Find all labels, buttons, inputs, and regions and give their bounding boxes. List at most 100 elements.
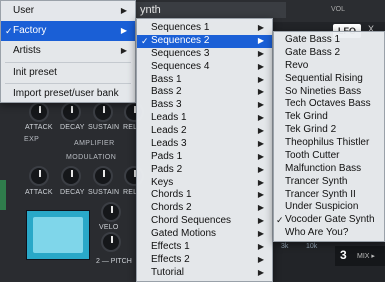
pitch-knob[interactable] [101, 232, 121, 252]
chevron-right-icon: ▶ [257, 138, 264, 148]
preset-item-vocoder-gate-synth[interactable]: ✓ Vocoder Gate Synth [274, 214, 384, 227]
menu-item-leads-1[interactable]: Leads 1 ▶ [137, 112, 272, 125]
menu-item-bass-1[interactable]: Bass 1 ▶ [137, 74, 272, 87]
menu-item-label: Sequences 4 [151, 60, 210, 72]
preset-item-gate-bass-1[interactable]: Gate Bass 1 [274, 34, 384, 47]
menu-item-label: Tutorial [151, 266, 184, 278]
menu-item-label: Pads 1 [151, 150, 183, 162]
freq-label-3k: 3k [281, 243, 289, 250]
preset-item-trancer-synth-ii[interactable]: Trancer Synth II [274, 189, 384, 202]
chevron-right-icon: ▶ [257, 151, 264, 161]
chevron-right-icon: ▶ [257, 177, 264, 187]
patch-name-field[interactable]: ynth [136, 2, 286, 18]
menu-item-bass-3[interactable]: Bass 3 ▶ [137, 99, 272, 112]
menu-item-sequences-2[interactable]: ✓ Sequences 2 ▶ [137, 34, 272, 48]
menu-item-user[interactable]: User ▶ [1, 1, 135, 21]
preset-item-gate-bass-2[interactable]: Gate Bass 2 [274, 47, 384, 60]
menu-item-pads-2[interactable]: Pads 2 ▶ [137, 164, 272, 177]
menu-item-sequences-3[interactable]: Sequences 3 ▶ [137, 48, 272, 61]
mix-label: MIX ▸ [357, 253, 375, 260]
chevron-right-icon: ▶ [120, 26, 127, 35]
preset-item-trancer-synth[interactable]: Trancer Synth [274, 176, 384, 189]
menu-item-init-preset[interactable]: Init preset [1, 63, 135, 83]
mod-sustain-label: SUSTAIN [88, 189, 120, 196]
menu-item-leads-2[interactable]: Leads 2 ▶ [137, 125, 272, 138]
menu-item-chord-sequences[interactable]: Chord Sequences ▶ [137, 215, 272, 228]
menu-item-pads-1[interactable]: Pads 1 ▶ [137, 151, 272, 164]
chevron-right-icon: ▶ [257, 216, 264, 226]
menu-item-label: Bass 3 [151, 99, 182, 111]
menu-item-tutorial[interactable]: Tutorial ▶ [137, 267, 272, 280]
page-number: 3 [340, 248, 347, 262]
preset-item-label: Tooth Cutter [285, 149, 340, 161]
menu-item-label: Chord Sequences [151, 215, 232, 227]
mod-attack-label: ATTACK [25, 189, 53, 196]
preset-item-label: Revo [285, 59, 309, 71]
preset-item-tooth-cutter[interactable]: Tooth Cutter [274, 150, 384, 163]
chevron-right-icon: ▶ [257, 254, 264, 264]
preset-item-so-nineties-bass[interactable]: So Nineties Bass [274, 86, 384, 99]
mod-attack-knob[interactable] [29, 166, 49, 186]
preset-item-who-are-you[interactable]: Who Are You? [274, 227, 384, 240]
chevron-right-icon: ▶ [257, 48, 264, 58]
checkmark-icon: ✓ [141, 35, 149, 46]
preset-item-label: Theophilus Thistler [285, 137, 370, 149]
sustain-knob[interactable] [93, 102, 113, 122]
mod-sustain-knob[interactable] [93, 166, 113, 186]
menu-item-import-preset[interactable]: Import preset/user bank [1, 84, 135, 104]
preset-item-malfunction-bass[interactable]: Malfunction Bass [274, 163, 384, 176]
menu-item-label: Gated Motions [151, 228, 217, 240]
menu-item-leads-3[interactable]: Leads 3 ▶ [137, 138, 272, 151]
menu-item-label: Sequences 2 [151, 34, 210, 46]
velo-label: VELO [99, 224, 119, 231]
vol-label: VOL [331, 6, 346, 13]
chevron-right-icon: ▶ [257, 74, 264, 84]
preset-item-label: Trancer Synth [285, 175, 348, 187]
envelope-shape [33, 217, 83, 253]
menu-item-label: Sequences 3 [151, 47, 210, 59]
attack-knob[interactable] [29, 102, 49, 122]
preset-item-under-suspicion[interactable]: Under Suspicion [274, 201, 384, 214]
sustain-label: SUSTAIN [88, 124, 120, 131]
chevron-right-icon: ▶ [257, 241, 264, 251]
menu-item-label: Leads 1 [151, 112, 187, 124]
chevron-right-icon: ▶ [257, 100, 264, 110]
preset-item-theophilus-thistler[interactable]: Theophilus Thistler [274, 137, 384, 150]
menu-item-chords-2[interactable]: Chords 2 ▶ [137, 202, 272, 215]
menu-item-factory[interactable]: ✓ Factory ▶ [1, 21, 135, 41]
menu-item-chords-1[interactable]: Chords 1 ▶ [137, 189, 272, 202]
preset-item-tek-grind-2[interactable]: Tek Grind 2 [274, 124, 384, 137]
preset-item-tech-octaves-bass[interactable]: Tech Octaves Bass [274, 98, 384, 111]
preset-item-label: Vocoder Gate Synth [285, 214, 375, 226]
sequences-2-preset-menu: Gate Bass 1 Gate Bass 2 Revo Sequential Ris… [273, 31, 385, 242]
menu-item-bass-2[interactable]: Bass 2 ▶ [137, 86, 272, 99]
menu-item-label: Chords 1 [151, 189, 192, 201]
menu-item-sequences-1[interactable]: Sequences 1 ▶ [137, 22, 272, 35]
chevron-right-icon: ▶ [257, 190, 264, 200]
menu-item-gated-motions[interactable]: Gated Motions ▶ [137, 228, 272, 241]
menu-item-keys[interactable]: Keys ▶ [137, 177, 272, 190]
preset-item-revo[interactable]: Revo [274, 60, 384, 73]
preset-item-label: Sequential Rising [285, 72, 363, 84]
decay-knob[interactable] [61, 102, 81, 122]
preset-item-sequential-rising[interactable]: Sequential Rising [274, 73, 384, 86]
preset-item-label: Gate Bass 1 [285, 34, 341, 45]
menu-item-label: Pads 2 [151, 163, 183, 175]
mod-decay-knob[interactable] [61, 166, 81, 186]
preset-item-label: Trancer Synth II [285, 188, 356, 200]
preset-item-tek-grind[interactable]: Tek Grind [274, 111, 384, 124]
amplifier-label: AMPLIFIER [74, 140, 115, 147]
decay-label: DECAY [60, 124, 85, 131]
velo-knob[interactable] [101, 202, 121, 222]
page-selector[interactable]: 3 MIX ▸ [335, 246, 385, 266]
chevron-right-icon: ▶ [257, 126, 264, 136]
menu-item-sequences-4[interactable]: Sequences 4 ▶ [137, 61, 272, 74]
menu-item-effects-2[interactable]: Effects 2 ▶ [137, 254, 272, 267]
chevron-right-icon: ▶ [257, 267, 264, 277]
menu-item-label: Chords 2 [151, 202, 192, 214]
menu-item-label: Keys [151, 176, 174, 188]
menu-item-artists[interactable]: Artists ▶ [1, 41, 135, 61]
menu-item-effects-1[interactable]: Effects 1 ▶ [137, 241, 272, 254]
menu-item-label: Bass 2 [151, 86, 182, 98]
mod-decay-label: DECAY [60, 189, 85, 196]
